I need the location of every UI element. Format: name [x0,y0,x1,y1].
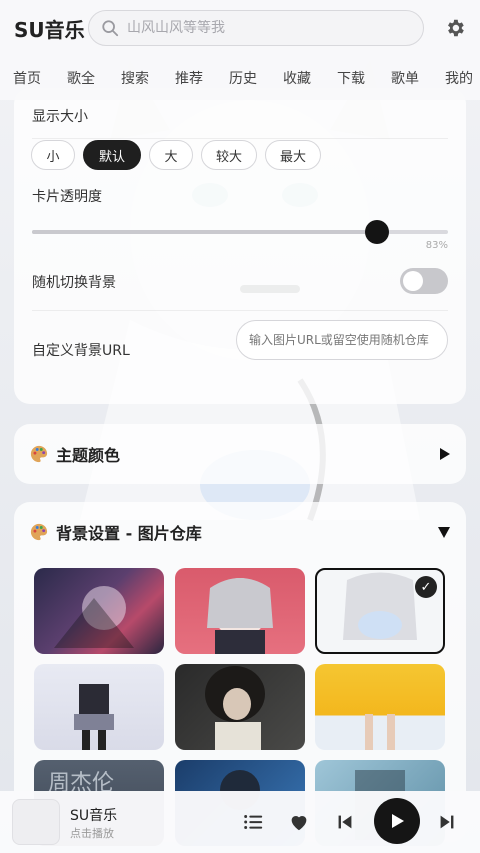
toggle-knob [403,271,423,291]
main-nav: 首页 歌全 搜索 推荐 历史 收藏 下载 歌单 我的 [0,56,480,100]
gallery-image-art [365,714,395,750]
album-cover[interactable] [12,799,60,845]
heart-icon[interactable] [288,811,310,833]
background-gallery-header[interactable]: 背景设置 - 图片仓库 [30,520,450,544]
gallery-image-art [54,586,134,648]
opacity-slider-thumb[interactable] [365,220,390,244]
gallery-image[interactable] [175,664,305,750]
palette-icon [30,523,48,541]
palette-icon [30,445,48,463]
previous-icon[interactable] [334,811,356,833]
opacity-label: 卡片透明度 [32,189,102,205]
search-icon [102,20,119,37]
size-option-default[interactable]: 默认 [83,140,141,170]
divider [32,310,448,311]
custom-bg-url-input[interactable] [236,320,448,360]
divider [32,138,448,139]
random-bg-toggle[interactable] [400,268,448,294]
play-button[interactable] [374,798,420,844]
search-input[interactable] [127,20,407,36]
selected-check-icon: ✓ [415,576,437,598]
playlist-icon[interactable] [242,811,264,833]
nav-item-mine[interactable]: 我的 [445,68,473,88]
size-label: 显示大小 [32,109,88,125]
nav-item-search[interactable]: 搜索 [121,68,149,88]
player-hint: 点击播放 [70,827,114,840]
size-option-largest[interactable]: 最大 [265,140,321,170]
mini-player: SU音乐 点击播放 [0,791,480,853]
custom-url-label: 自定义背景URL [32,343,130,359]
nav-item-playlists[interactable]: 歌单 [391,68,419,88]
size-option-larger[interactable]: 较大 [201,140,257,170]
random-bg-label: 随机切换背景 [32,275,116,291]
opacity-value: 83% [425,240,448,251]
gear-icon[interactable] [444,17,466,39]
nav-item-favorites[interactable]: 收藏 [283,68,311,88]
nav-item-recommend[interactable]: 推荐 [175,68,203,88]
nav-item-history[interactable]: 历史 [229,68,257,88]
play-icon [392,814,404,828]
player-song-title: SU音乐 [70,808,118,824]
nav-item-downloads[interactable]: 下载 [337,68,365,88]
app-header: SU音乐 [0,0,480,56]
opacity-slider[interactable] [32,220,448,244]
gallery-image-art [74,684,114,750]
gallery-image[interactable] [315,664,445,750]
display-settings-card: 显示大小 小 默认 大 较大 最大 卡片透明度 83% 随机切换背景 自定义背景… [14,88,466,404]
app-title: SU音乐 [14,17,85,42]
expand-right-icon[interactable] [440,448,450,460]
gallery-image-art [207,578,273,654]
theme-color-title: 主题颜色 [56,446,121,465]
gallery-image[interactable] [175,568,305,654]
gallery-image-art [205,666,265,750]
background-gallery-title: 背景设置 - 图片仓库 [56,524,202,543]
nav-item-home[interactable]: 首页 [13,68,41,88]
opacity-slider-fill [32,230,378,234]
nav-item-all-songs[interactable]: 歌全 [67,68,95,88]
size-options: 小 默认 大 较大 最大 [31,140,321,170]
size-option-small[interactable]: 小 [31,140,75,170]
size-option-large[interactable]: 大 [149,140,193,170]
search-bar[interactable] [88,10,424,46]
theme-color-card[interactable]: 主题颜色 [14,424,466,484]
collapse-icon[interactable] [438,526,450,538]
gallery-image-selected[interactable]: ✓ [315,568,445,654]
next-icon[interactable] [436,811,458,833]
gallery-image[interactable] [34,664,164,750]
gallery-image[interactable] [34,568,164,654]
